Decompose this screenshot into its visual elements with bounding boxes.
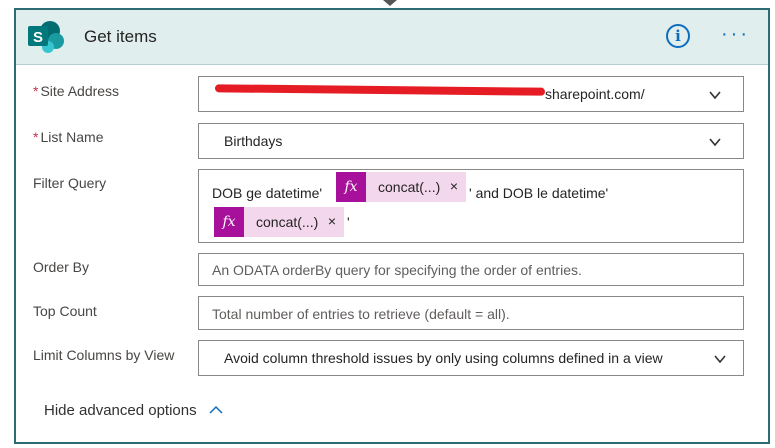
concat-token[interactable]: fx concat(...) × [336,172,466,202]
list-name-dropdown[interactable]: Birthdays [198,123,744,159]
limit-columns-value: Avoid column threshold issues by only us… [224,350,663,366]
connector-arrow [383,0,397,6]
chevron-down-icon[interactable] [709,353,731,365]
list-name-value: Birthdays [224,133,283,149]
site-address-label: * Site Address [33,83,119,99]
filter-text-part3: ' [347,214,350,230]
filter-query-input[interactable]: DOB ge datetime' fx concat(...) × ' and … [198,169,744,243]
more-options-icon[interactable]: ··· [721,24,751,46]
filter-text-part1: DOB ge datetime' [212,185,323,201]
remove-token-icon[interactable]: × [328,213,336,229]
top-count-label: Top Count [33,303,97,319]
action-card: S Get items i ··· * Site Address sharepoi… [14,8,770,444]
action-title: Get items [84,27,157,46]
filter-text-part2: ' and DOB le datetime' [469,185,609,201]
top-count-placeholder: Total number of entries to retrieve (def… [212,306,510,322]
card-header[interactable]: S Get items i ··· [16,10,768,65]
info-icon[interactable]: i [666,24,690,48]
site-address-value: sharepoint.com/ [545,86,645,102]
sharepoint-logo-icon: S [28,21,64,53]
token-label: concat(...) [378,179,441,195]
list-name-label: * List Name [33,129,103,145]
token-label: concat(...) [256,214,319,230]
order-by-input[interactable]: An ODATA orderBy query for specifying th… [198,253,744,286]
top-count-input[interactable]: Total number of entries to retrieve (def… [198,296,744,330]
site-address-dropdown[interactable]: sharepoint.com/ [198,76,744,112]
function-icon: fx [214,207,244,237]
limit-columns-label: Limit Columns by View [33,347,175,363]
order-by-placeholder: An ODATA orderBy query for specifying th… [212,262,582,278]
chevron-up-icon[interactable] [208,404,224,416]
chevron-down-icon[interactable] [709,136,721,148]
sharepoint-logo-letter: S [33,29,43,46]
chevron-down-icon[interactable] [709,89,721,101]
list-name-label-text: List Name [40,129,104,145]
limit-columns-dropdown[interactable]: Avoid column threshold issues by only us… [198,340,744,376]
hide-advanced-options-link[interactable]: Hide advanced options [44,402,197,419]
concat-token[interactable]: fx concat(...) × [214,207,344,237]
order-by-label: Order By [33,259,90,275]
required-mark: * [33,129,39,145]
filter-query-label: Filter Query [33,175,107,191]
site-address-label-text: Site Address [40,83,120,99]
required-mark: * [33,83,39,99]
redaction-mark [214,84,546,96]
function-icon: fx [336,172,366,202]
remove-token-icon[interactable]: × [450,178,458,194]
